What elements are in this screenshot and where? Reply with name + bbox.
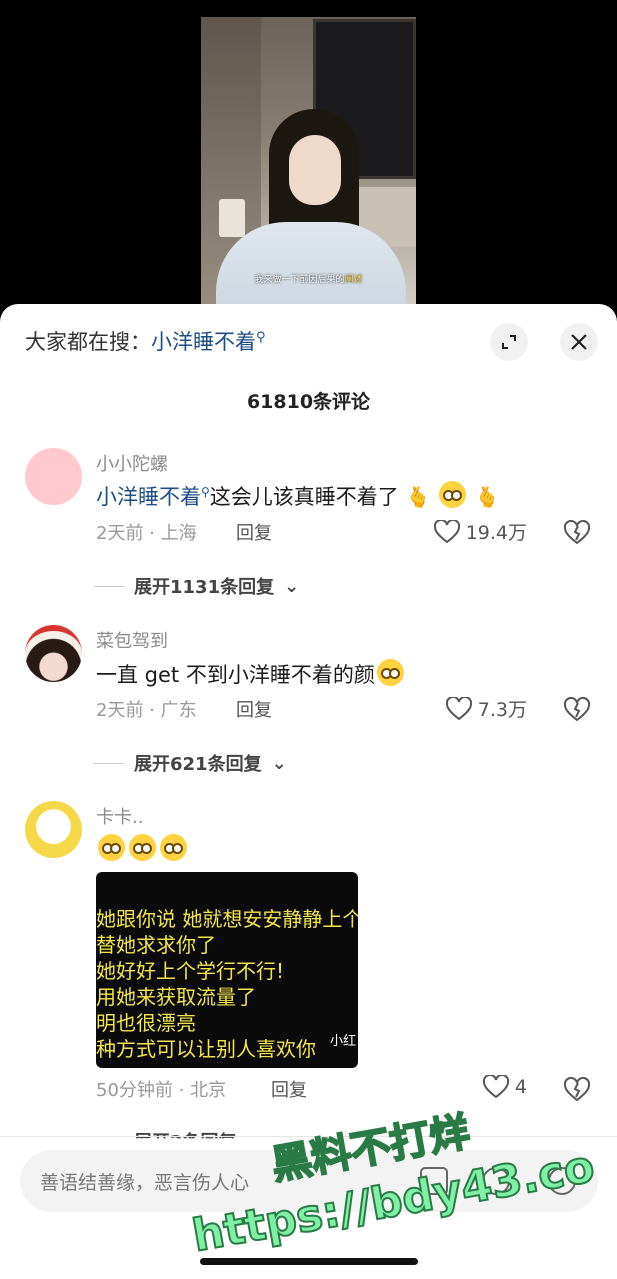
avatar[interactable] xyxy=(25,801,82,858)
video-person-face xyxy=(289,135,341,205)
divider-line xyxy=(94,1141,124,1142)
heart-icon xyxy=(445,696,472,720)
comment-content xyxy=(96,834,189,862)
home-indicator[interactable] xyxy=(200,1258,418,1265)
video-area[interactable]: 我来做一下前因后果的阐述 xyxy=(0,0,617,330)
video-person-jacket xyxy=(216,222,406,317)
like-button[interactable]: 19.4万 xyxy=(433,518,527,545)
avatar[interactable] xyxy=(25,448,82,505)
comment-content: 小洋睡不着⚲这会儿该真睡不着了 🫰 🫰 xyxy=(96,481,500,511)
like-button[interactable]: 7.3万 xyxy=(445,695,527,722)
input-divider xyxy=(0,1136,617,1137)
comment-content: 一直 get 不到小洋睡不着的颜 xyxy=(96,659,406,689)
comment-time-location: 50分钟前 · 北京 xyxy=(96,1080,227,1101)
video-subtitle: 我来做一下前因后果的阐述 xyxy=(254,275,363,285)
like-button[interactable]: 4 xyxy=(482,1075,527,1099)
comment-input[interactable]: 善语结善缘，恶言伤人心 xyxy=(20,1150,598,1212)
expand-button[interactable] xyxy=(490,323,528,361)
grin-emoji xyxy=(160,834,187,861)
dislike-icon[interactable] xyxy=(564,520,590,546)
comment-time-location: 2天前 · 上海 xyxy=(96,523,197,544)
dislike-icon[interactable] xyxy=(564,697,590,723)
comment-time-location: 2天前 · 广东 xyxy=(96,700,197,721)
expand-icon xyxy=(502,335,516,349)
divider-line xyxy=(94,762,124,764)
search-icon: ⚲ xyxy=(201,485,210,499)
video-frame[interactable]: 我来做一下前因后果的阐述 xyxy=(201,17,416,317)
heart-icon xyxy=(482,1075,509,1099)
finger-heart-emoji: 🫰 xyxy=(474,485,500,509)
like-count: 7.3万 xyxy=(477,699,527,721)
reply-button[interactable]: 回复 xyxy=(271,1076,307,1102)
expand-replies-button[interactable]: 展开1131条回复 ⌄ xyxy=(94,573,299,599)
like-count: 19.4万 xyxy=(465,522,527,544)
video-bag xyxy=(219,199,245,237)
grin-emoji xyxy=(98,834,125,861)
reply-button[interactable]: 回复 xyxy=(236,696,272,722)
comment-image[interactable]: 她跟你说 她就想安安静静上个 替她求求你了 她好好上个学行不行! 用她来获取流量… xyxy=(96,872,358,1068)
dislike-icon[interactable] xyxy=(564,1077,590,1103)
wink-emoji xyxy=(439,481,467,508)
dizzy-emoji xyxy=(376,659,404,686)
heart-icon xyxy=(433,519,460,543)
search-term-link[interactable]: 小洋睡不着 xyxy=(151,330,256,354)
search-label: 大家都在搜： xyxy=(25,330,151,354)
comment-username[interactable]: 小小陀螺 xyxy=(96,450,168,476)
comment-search-term[interactable]: 小洋睡不着 xyxy=(96,485,201,509)
chevron-down-icon: ⌄ xyxy=(284,575,300,597)
chevron-down-icon: ⌄ xyxy=(271,752,287,774)
comment-input-placeholder: 善语结善缘，恶言伤人心 xyxy=(40,1172,250,1194)
comment-username[interactable]: 卡卡.. xyxy=(96,803,143,829)
reply-button[interactable]: 回复 xyxy=(236,519,272,545)
image-icon[interactable] xyxy=(420,1167,448,1195)
comment-sheet: 大家都在搜：小洋睡不着⚲ 61810条评论 小小陀螺 小洋睡不着⚲这会儿该真睡不… xyxy=(0,304,617,1279)
expand-replies-button[interactable]: 展开621条回复 ⌄ xyxy=(94,750,287,776)
comment-image-tail: 小红 xyxy=(329,1034,356,1049)
search-icon: ⚲ xyxy=(256,330,266,345)
finger-heart-emoji: 🫰 xyxy=(405,485,431,509)
divider-line xyxy=(94,585,124,587)
grin-emoji xyxy=(129,834,156,861)
comment-count: 61810条评论 xyxy=(246,391,371,413)
comment-image-text: 她跟你说 她就想安安静静上个 替她求求你了 她好好上个学行不行! 用她来获取流量… xyxy=(96,907,358,1061)
like-count: 4 xyxy=(514,1076,527,1098)
close-icon xyxy=(571,334,587,350)
trending-search[interactable]: 大家都在搜：小洋睡不着⚲ xyxy=(25,326,266,356)
close-button[interactable] xyxy=(560,323,598,361)
comment-username[interactable]: 菜包驾到 xyxy=(96,627,168,653)
emoji-icon[interactable] xyxy=(548,1167,576,1195)
at-icon[interactable] xyxy=(482,1167,510,1195)
avatar[interactable] xyxy=(25,625,82,682)
